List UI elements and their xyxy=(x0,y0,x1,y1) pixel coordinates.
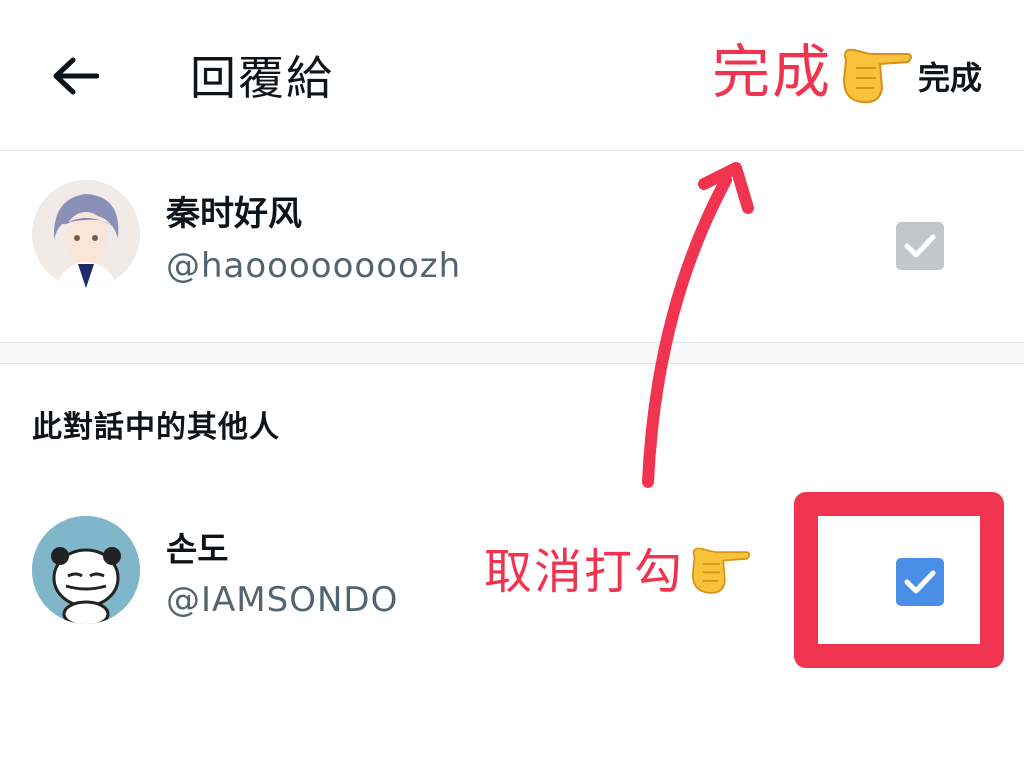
avatar xyxy=(32,516,140,624)
pointing-hand-icon xyxy=(686,538,752,604)
avatar xyxy=(32,180,140,288)
user-handle: @IAMSONDO xyxy=(166,580,399,620)
annotation-uncheck-label: 取消打勾 xyxy=(484,544,685,600)
done-button[interactable]: 完成 xyxy=(918,56,982,100)
back-button[interactable] xyxy=(40,44,110,108)
page-title: 回覆給 xyxy=(190,51,334,105)
annotation-done-label: 完成 xyxy=(712,38,833,106)
user-name: 손도 xyxy=(166,530,229,570)
arrow-left-icon xyxy=(53,57,99,95)
pointing-hand-icon xyxy=(836,38,914,114)
annotation-highlight-box xyxy=(794,492,1004,668)
section-divider xyxy=(0,342,1024,364)
checkbox-disabled[interactable] xyxy=(896,222,944,270)
checkmark-icon xyxy=(904,234,936,258)
annotation-arrow xyxy=(642,162,754,488)
user-handle: @haoooooooozh xyxy=(166,246,462,286)
user-name: 秦时好风 xyxy=(166,194,302,234)
reply-target-row[interactable]: 秦时好风 @haoooooooozh xyxy=(0,150,1024,342)
section-title: 此對話中的其他人 xyxy=(32,410,280,445)
